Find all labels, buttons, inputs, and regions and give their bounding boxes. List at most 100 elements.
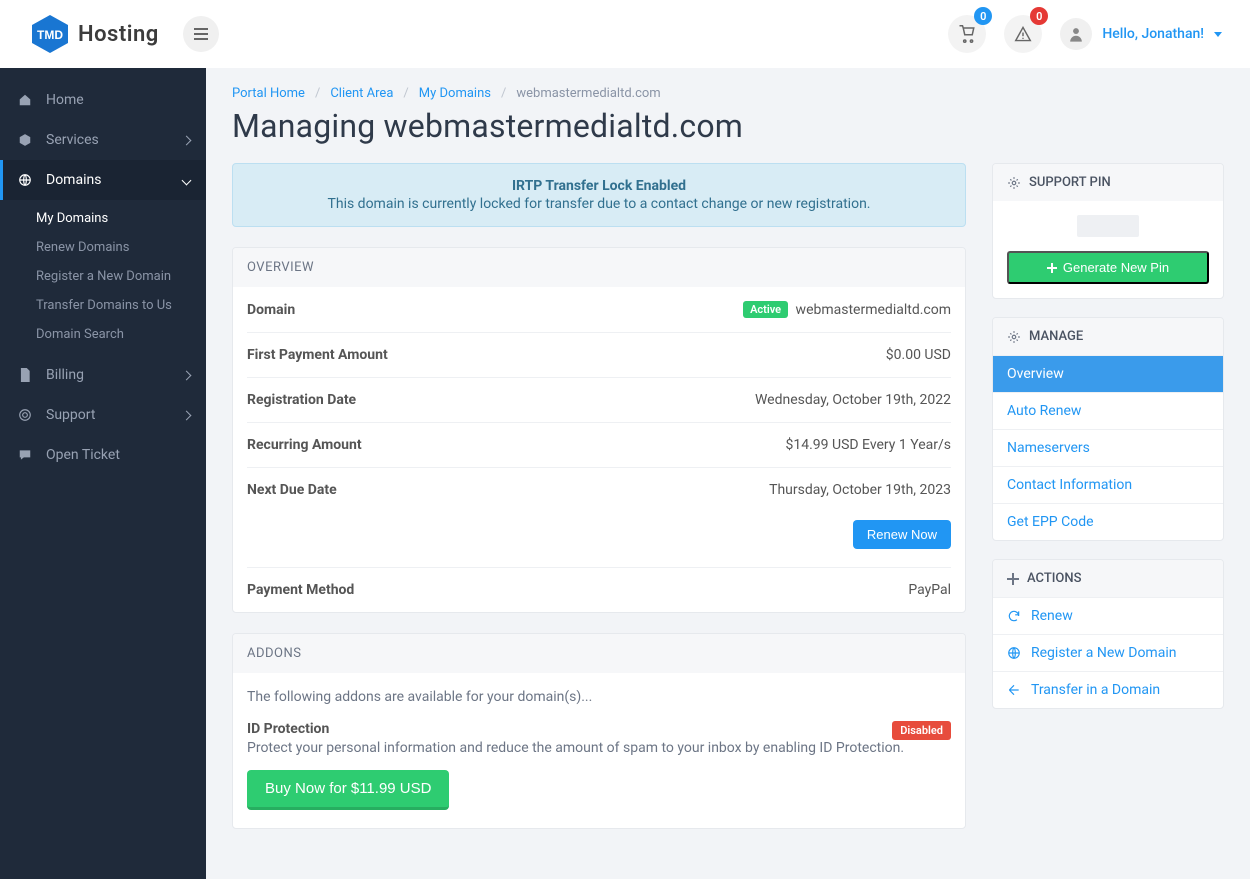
action-register[interactable]: Register a New Domain bbox=[993, 634, 1223, 671]
row-value: Active webmastermedialtd.com bbox=[743, 301, 951, 318]
crumb-portal[interactable]: Portal Home bbox=[232, 86, 305, 101]
addons-intro: The following addons are available for y… bbox=[247, 673, 951, 721]
globe-icon bbox=[16, 173, 34, 187]
globe-icon bbox=[1007, 646, 1021, 660]
pin-value bbox=[1077, 215, 1139, 237]
row-value: Thursday, October 19th, 2023 bbox=[769, 482, 951, 498]
overview-heading: OVERVIEW bbox=[233, 248, 965, 287]
breadcrumb: Portal Home / Client Area / My Domains /… bbox=[232, 86, 1224, 101]
cart-button[interactable]: 0 bbox=[948, 15, 986, 53]
manage-epp[interactable]: Get EPP Code bbox=[993, 503, 1223, 540]
sidebar-item-label: Support bbox=[46, 407, 95, 423]
file-icon bbox=[16, 368, 34, 382]
sidebar-item-label: Services bbox=[46, 132, 99, 148]
plus-icon bbox=[1047, 263, 1057, 273]
manage-panel: MANAGE Overview Auto Renew Nameservers C… bbox=[992, 317, 1224, 541]
sidebar-sub-register[interactable]: Register a New Domain bbox=[0, 262, 206, 291]
lifebuoy-icon bbox=[16, 408, 34, 422]
row-label: First Payment Amount bbox=[247, 347, 388, 363]
brand-logo[interactable]: TMD Hosting bbox=[28, 12, 159, 56]
addon-header: ID Protection Disabled bbox=[247, 721, 951, 740]
svg-text:TMD: TMD bbox=[37, 28, 63, 42]
overview-panel: OVERVIEW Domain Active webmastermedialtd… bbox=[232, 247, 966, 613]
manage-header: MANAGE bbox=[993, 318, 1223, 355]
row-registration-date: Registration Date Wednesday, October 19t… bbox=[247, 378, 951, 423]
manage-auto-renew[interactable]: Auto Renew bbox=[993, 392, 1223, 429]
sidebar-item-label: Billing bbox=[46, 367, 84, 383]
manage-contact-info[interactable]: Contact Information bbox=[993, 466, 1223, 503]
addon-description: Protect your personal information and re… bbox=[247, 740, 951, 756]
user-icon bbox=[1069, 26, 1083, 42]
row-label: Registration Date bbox=[247, 392, 356, 408]
user-menu[interactable]: Hello, Jonathan! bbox=[1060, 18, 1222, 50]
cart-badge: 0 bbox=[974, 7, 992, 25]
actions-title: ACTIONS bbox=[1027, 571, 1081, 586]
topbar-right: 0 0 Hello, Jonathan! bbox=[948, 15, 1222, 53]
action-transfer[interactable]: Transfer in a Domain bbox=[993, 671, 1223, 708]
actions-header: ACTIONS bbox=[993, 560, 1223, 597]
action-renew[interactable]: Renew bbox=[993, 597, 1223, 634]
manage-overview[interactable]: Overview bbox=[993, 355, 1223, 392]
crumb-my-domains[interactable]: My Domains bbox=[419, 86, 491, 101]
sidebar-item-label: Home bbox=[46, 92, 84, 108]
share-icon bbox=[1007, 683, 1021, 697]
addon-status-badge: Disabled bbox=[892, 721, 951, 740]
row-next-due: Next Due Date Thursday, October 19th, 20… bbox=[247, 468, 951, 512]
row-label: Domain bbox=[247, 302, 295, 318]
row-recurring: Recurring Amount $14.99 USD Every 1 Year… bbox=[247, 423, 951, 468]
home-icon bbox=[16, 93, 34, 107]
status-badge: Active bbox=[743, 301, 788, 318]
manage-nameservers[interactable]: Nameservers bbox=[993, 429, 1223, 466]
generate-pin-label: Generate New Pin bbox=[1063, 260, 1169, 275]
alert-body: This domain is currently locked for tran… bbox=[251, 196, 947, 212]
row-label: Next Due Date bbox=[247, 482, 337, 498]
renew-now-button[interactable]: Renew Now bbox=[853, 520, 951, 549]
sidebar-item-domains[interactable]: Domains bbox=[0, 160, 206, 200]
cart-icon bbox=[958, 25, 976, 43]
sidebar-item-support[interactable]: Support bbox=[0, 395, 206, 435]
sidebar-sub-renew[interactable]: Renew Domains bbox=[0, 233, 206, 262]
hamburger-icon bbox=[194, 28, 208, 40]
row-label: Recurring Amount bbox=[247, 437, 362, 453]
menu-toggle-button[interactable] bbox=[183, 16, 219, 52]
crumb-sep: / bbox=[403, 86, 408, 101]
crumb-client-area[interactable]: Client Area bbox=[330, 86, 393, 101]
avatar bbox=[1060, 18, 1092, 50]
addons-panel: ADDONS The following addons are availabl… bbox=[232, 633, 966, 829]
support-pin-header: SUPPORT PIN bbox=[993, 164, 1223, 201]
sidebar-item-label: Open Ticket bbox=[46, 447, 120, 463]
warning-icon bbox=[1014, 26, 1032, 42]
crumb-sep: / bbox=[315, 86, 320, 101]
top-bar: TMD Hosting 0 0 Hello, Jonathan! bbox=[0, 0, 1250, 68]
row-value: PayPal bbox=[908, 582, 951, 598]
gear-icon bbox=[1007, 330, 1021, 344]
row-first-payment: First Payment Amount $0.00 USD bbox=[247, 333, 951, 378]
row-value: $14.99 USD Every 1 Year/s bbox=[785, 437, 951, 453]
plus-icon bbox=[1007, 573, 1019, 585]
notifications-badge: 0 bbox=[1030, 7, 1048, 25]
buy-addon-button[interactable]: Buy Now for $11.99 USD bbox=[247, 770, 449, 810]
sidebar-sub-transfer[interactable]: Transfer Domains to Us bbox=[0, 291, 206, 320]
notifications-button[interactable]: 0 bbox=[1004, 15, 1042, 53]
support-pin-title: SUPPORT PIN bbox=[1029, 175, 1111, 190]
addon-name: ID Protection bbox=[247, 721, 329, 737]
row-value: Wednesday, October 19th, 2022 bbox=[755, 392, 951, 408]
sidebar-sub-search[interactable]: Domain Search bbox=[0, 320, 206, 349]
manage-list: Overview Auto Renew Nameservers Contact … bbox=[993, 355, 1223, 540]
alert-title: IRTP Transfer Lock Enabled bbox=[251, 178, 947, 194]
actions-panel: ACTIONS Renew Register a New Domain bbox=[992, 559, 1224, 709]
irtp-alert: IRTP Transfer Lock Enabled This domain i… bbox=[232, 163, 966, 227]
domains-submenu: My Domains Renew Domains Register a New … bbox=[0, 200, 206, 355]
main-content: Portal Home / Client Area / My Domains /… bbox=[206, 68, 1250, 879]
cube-icon bbox=[16, 133, 34, 147]
sidebar-item-home[interactable]: Home bbox=[0, 80, 206, 120]
row-payment-method: Payment Method PayPal bbox=[247, 568, 951, 612]
sidebar-item-open-ticket[interactable]: Open Ticket bbox=[0, 435, 206, 475]
sidebar-sub-my-domains[interactable]: My Domains bbox=[0, 204, 206, 233]
sidebar-item-billing[interactable]: Billing bbox=[0, 355, 206, 395]
sidebar-item-services[interactable]: Services bbox=[0, 120, 206, 160]
page-title: Managing webmastermedialtd.com bbox=[232, 107, 1224, 145]
actions-list: Renew Register a New Domain Transfer in … bbox=[993, 597, 1223, 708]
addons-heading: ADDONS bbox=[233, 634, 965, 673]
generate-pin-button[interactable]: Generate New Pin bbox=[1007, 251, 1209, 284]
